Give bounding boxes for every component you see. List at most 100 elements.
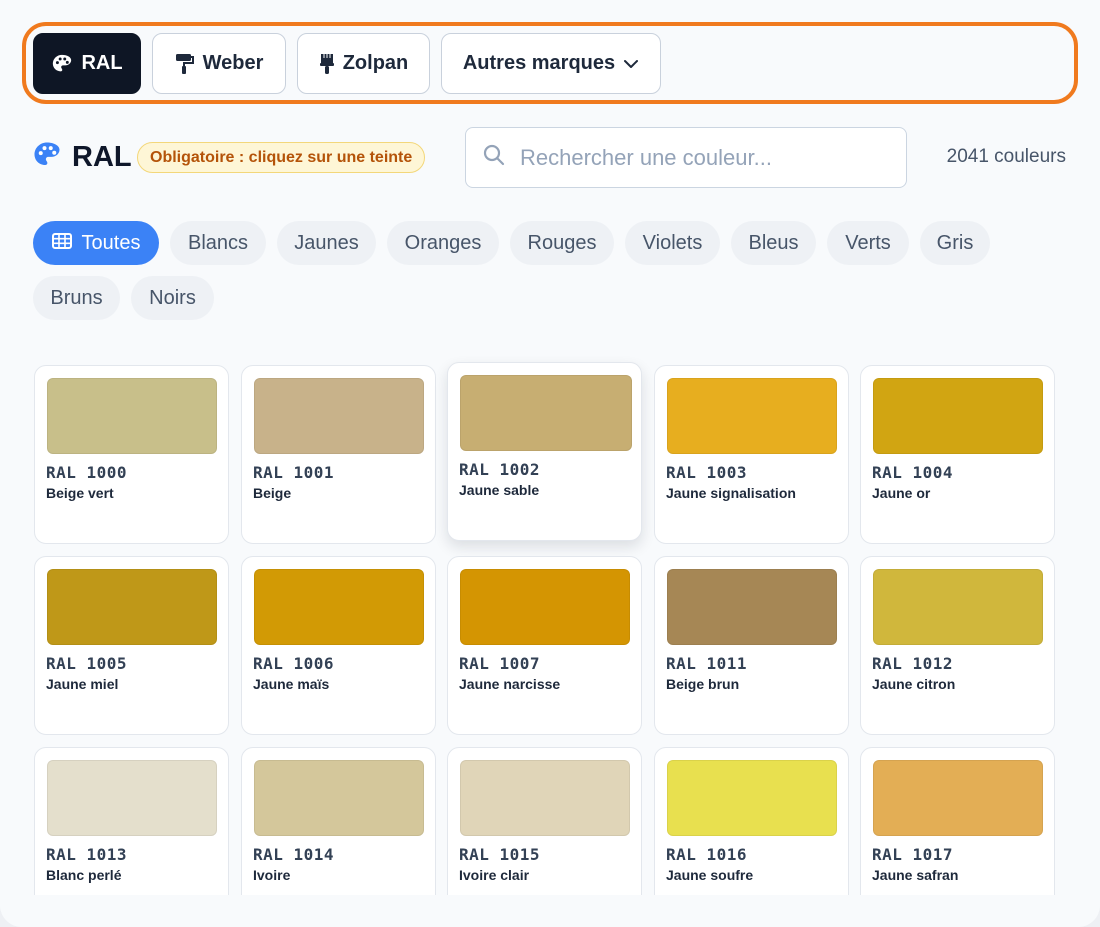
color-code: RAL 1014 — [253, 845, 335, 864]
color-code: RAL 1011 — [666, 654, 748, 673]
color-swatch — [460, 375, 632, 451]
color-code: RAL 1004 — [872, 463, 954, 482]
color-swatch — [667, 569, 837, 645]
filter-chip-bruns[interactable]: Bruns — [33, 276, 120, 320]
color-card[interactable]: RAL 1007 Jaune narcisse — [447, 556, 642, 735]
paint-roller-icon — [175, 53, 195, 75]
grid-icon — [51, 232, 72, 255]
color-swatch — [254, 760, 424, 836]
color-swatch — [460, 760, 630, 836]
color-swatch — [873, 378, 1043, 454]
color-swatch — [47, 760, 217, 836]
required-badge: Obligatoire : cliquez sur une teinte — [137, 142, 426, 173]
color-card[interactable]: RAL 1006 Jaune maïs — [241, 556, 436, 735]
color-swatch — [667, 378, 837, 454]
color-code: RAL 1012 — [872, 654, 954, 673]
filter-chip-label: Gris — [936, 231, 974, 254]
filter-chip-label: Noirs — [149, 286, 196, 309]
paint-brush-icon — [319, 53, 335, 75]
color-card[interactable]: RAL 1000 Beige vert — [34, 365, 229, 544]
color-swatch — [873, 569, 1043, 645]
color-name: Jaune maïs — [253, 676, 330, 692]
color-swatch — [254, 378, 424, 454]
filter-chip-label: Blancs — [187, 231, 249, 254]
color-swatch — [667, 760, 837, 836]
color-name: Jaune sable — [459, 482, 540, 498]
color-name: Blanc perlé — [46, 867, 122, 883]
page-title-group: RAL — [32, 140, 132, 175]
brand-tab-weber[interactable]: Weber — [152, 33, 286, 94]
filter-chip-label: Toutes — [81, 231, 141, 254]
filter-chip-bleus[interactable]: Bleus — [731, 221, 816, 265]
color-card[interactable]: RAL 1003 Jaune signalisation — [654, 365, 849, 544]
filter-chip-noirs[interactable]: Noirs — [131, 276, 214, 320]
color-name: Jaune signalisation — [666, 485, 796, 501]
palette-icon — [51, 53, 73, 75]
color-card[interactable]: RAL 1005 Jaune miel — [34, 556, 229, 735]
filter-chip-verts[interactable]: Verts — [827, 221, 909, 265]
color-name: Jaune citron — [872, 676, 956, 692]
palette-icon — [32, 140, 62, 175]
color-count: 2041 couleurs — [946, 146, 1066, 167]
scroll-clip — [0, 895, 1100, 927]
brand-tab-label: Autres marques — [462, 52, 616, 74]
color-name: Jaune safran — [872, 867, 959, 883]
color-name: Ivoire clair — [459, 867, 530, 883]
color-code: RAL 1006 — [253, 654, 335, 673]
filter-chip-blancs[interactable]: Blancs — [170, 221, 266, 265]
brand-tab-autres-marques[interactable]: Autres marques — [441, 33, 661, 94]
color-code: RAL 1015 — [459, 845, 541, 864]
color-card[interactable]: RAL 1011 Beige brun — [654, 556, 849, 735]
color-code: RAL 1013 — [46, 845, 128, 864]
filter-chip-label: Rouges — [527, 231, 597, 254]
filter-chip-toutes[interactable]: Toutes — [33, 221, 159, 265]
color-code: RAL 1016 — [666, 845, 748, 864]
color-code: RAL 1005 — [46, 654, 128, 673]
color-name: Beige — [253, 485, 292, 501]
filter-chip-label: Oranges — [404, 231, 482, 254]
filter-chip-label: Jaunes — [294, 231, 359, 254]
filter-chip-label: Bruns — [50, 286, 103, 309]
color-swatch — [873, 760, 1043, 836]
filter-chip-label: Violets — [642, 231, 703, 254]
search-box — [465, 127, 907, 188]
filter-chip-label: Verts — [845, 231, 891, 254]
filter-chip-gris[interactable]: Gris — [920, 221, 990, 265]
color-name: Jaune or — [872, 485, 931, 501]
brand-tab-label: Zolpan — [342, 52, 409, 74]
color-name: Beige vert — [46, 485, 114, 501]
color-swatch — [47, 569, 217, 645]
color-swatch — [47, 378, 217, 454]
color-swatch — [460, 569, 630, 645]
color-picker-panel: RAL Weber Zolpan Autres marques RAL Obli… — [0, 0, 1100, 927]
color-code: RAL 1003 — [666, 463, 748, 482]
brand-tab-zolpan[interactable]: Zolpan — [297, 33, 430, 94]
search-input[interactable] — [520, 144, 860, 171]
color-code: RAL 1007 — [459, 654, 541, 673]
color-card[interactable]: RAL 1001 Beige — [241, 365, 436, 544]
brand-tab-label: RAL — [81, 52, 123, 74]
brand-tab-ral[interactable]: RAL — [33, 33, 141, 94]
color-name: Ivoire — [253, 867, 291, 883]
filter-chip-oranges[interactable]: Oranges — [387, 221, 499, 265]
color-code: RAL 1017 — [872, 845, 954, 864]
color-card[interactable]: RAL 1012 Jaune citron — [860, 556, 1055, 735]
color-code: RAL 1000 — [46, 463, 128, 482]
color-card[interactable]: RAL 1004 Jaune or — [860, 365, 1055, 544]
chevron-down-icon — [623, 59, 639, 69]
color-name: Jaune narcisse — [459, 676, 561, 692]
color-code: RAL 1002 — [459, 460, 541, 479]
search-icon — [482, 143, 506, 172]
color-name: Jaune soufre — [666, 867, 754, 883]
color-code: RAL 1001 — [253, 463, 335, 482]
color-name: Beige brun — [666, 676, 740, 692]
color-card-hovered[interactable]: RAL 1002 Jaune sable — [447, 362, 642, 541]
filter-chip-violets[interactable]: Violets — [625, 221, 720, 265]
color-swatch — [254, 569, 424, 645]
brand-tab-label: Weber — [202, 52, 264, 74]
filter-chip-rouges[interactable]: Rouges — [510, 221, 614, 265]
filter-chip-jaunes[interactable]: Jaunes — [277, 221, 376, 265]
color-name: Jaune miel — [46, 676, 119, 692]
page-title: RAL — [72, 141, 132, 173]
filter-chip-label: Bleus — [748, 231, 799, 254]
